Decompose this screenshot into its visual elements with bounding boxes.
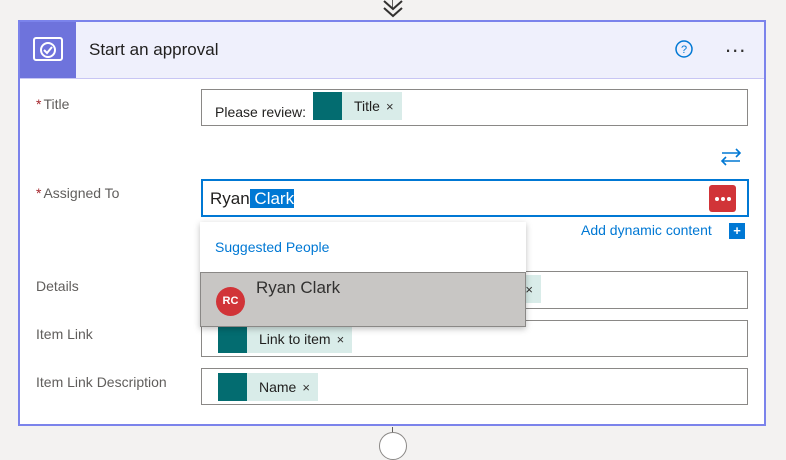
assigned-to-input[interactable]: Ryan Clark <box>201 179 749 217</box>
person-name: Ryan Clark <box>256 278 341 297</box>
avatar: RC <box>216 287 245 316</box>
suggestions-heading: Suggested People <box>215 239 330 255</box>
title-field[interactable]: Please review: Title × <box>201 89 748 126</box>
required-marker: * <box>36 96 42 112</box>
more-icon[interactable] <box>709 185 736 212</box>
card-title: Start an approval <box>89 40 219 59</box>
sharepoint-icon <box>218 373 247 401</box>
token-label: Title <box>354 98 380 114</box>
selected-text: Clark <box>249 189 295 208</box>
token-label: Name <box>259 379 297 395</box>
title-prefix-text: Please review: <box>215 104 307 120</box>
token-remove-button[interactable]: × <box>302 380 318 395</box>
assigned-to-value: Ryan Clark <box>210 189 295 208</box>
card-header[interactable]: Start an approval ? ... <box>20 22 764 79</box>
token-remove-button[interactable]: × <box>386 99 402 114</box>
item-link-label: Item Link <box>36 326 93 342</box>
item-link-description-token[interactable]: Name × <box>218 373 318 401</box>
token-label: Link to item <box>259 331 331 347</box>
item-link-description-field[interactable]: Name × <box>201 368 748 405</box>
add-dynamic-content-link[interactable]: Add dynamic content <box>581 222 712 238</box>
svg-text:?: ? <box>681 44 687 56</box>
item-link-description-label: Item Link Description <box>36 374 167 390</box>
approval-icon <box>20 22 76 78</box>
token-remove-button[interactable]: × <box>337 332 353 347</box>
token-remove-button[interactable]: × <box>525 282 541 297</box>
suggested-person-item[interactable]: RC Ryan Clark <box>200 272 526 327</box>
sharepoint-icon <box>313 92 342 120</box>
swap-icon[interactable] <box>720 148 742 166</box>
more-options-icon[interactable]: ... <box>725 34 755 60</box>
required-marker: * <box>36 185 42 201</box>
title-token[interactable]: Title × <box>313 92 402 120</box>
item-link-token[interactable]: Link to item × <box>218 325 353 353</box>
title-label: * Title <box>36 96 70 112</box>
add-dynamic-plus-icon[interactable]: + <box>729 223 745 239</box>
help-icon[interactable]: ? <box>675 40 693 58</box>
people-suggestions-dropdown: Suggested People RC Ryan Clark <box>200 222 526 327</box>
details-label: Details <box>36 278 79 294</box>
arrow-down-icon <box>383 0 403 18</box>
assigned-to-label: * Assigned To <box>36 185 120 201</box>
sharepoint-icon <box>218 325 247 353</box>
insert-step-button[interactable] <box>379 432 407 460</box>
